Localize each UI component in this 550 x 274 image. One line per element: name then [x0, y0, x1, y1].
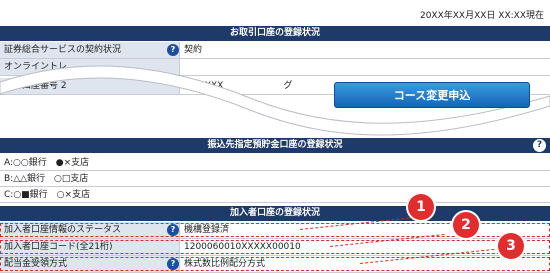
callout-badge-2: 2: [453, 212, 479, 238]
callout-badge-1: 1: [408, 194, 434, 220]
help-icon[interactable]: ?: [533, 139, 546, 152]
subscriber-account-title: 加入者口座の登録状況: [229, 208, 320, 218]
account-status-title: お取引口座の登録状況: [229, 28, 320, 38]
help-icon[interactable]: ?: [167, 44, 179, 56]
timestamp: 20XX年XX月XX日 XX:XX現在: [419, 11, 544, 21]
account-status-header: お取引口座の登録状況: [0, 26, 550, 41]
bank-row-a: A:○○銀行 ●×支店: [0, 155, 550, 171]
bank-accounts-header: 振込先指定預貯金口座の登録状況 ?: [0, 138, 550, 153]
callout-badge-3: 3: [498, 233, 524, 259]
highlight-box-3: [0, 257, 550, 271]
course-change-button[interactable]: コース変更申込: [334, 82, 530, 108]
bank-accounts-title: 振込先指定預貯金口座の登録状況: [207, 140, 343, 150]
bank-row-b: B:△△銀行 ○□支店: [0, 171, 550, 187]
bank-row-c: C:○■銀行 ○×支店: [0, 187, 550, 203]
